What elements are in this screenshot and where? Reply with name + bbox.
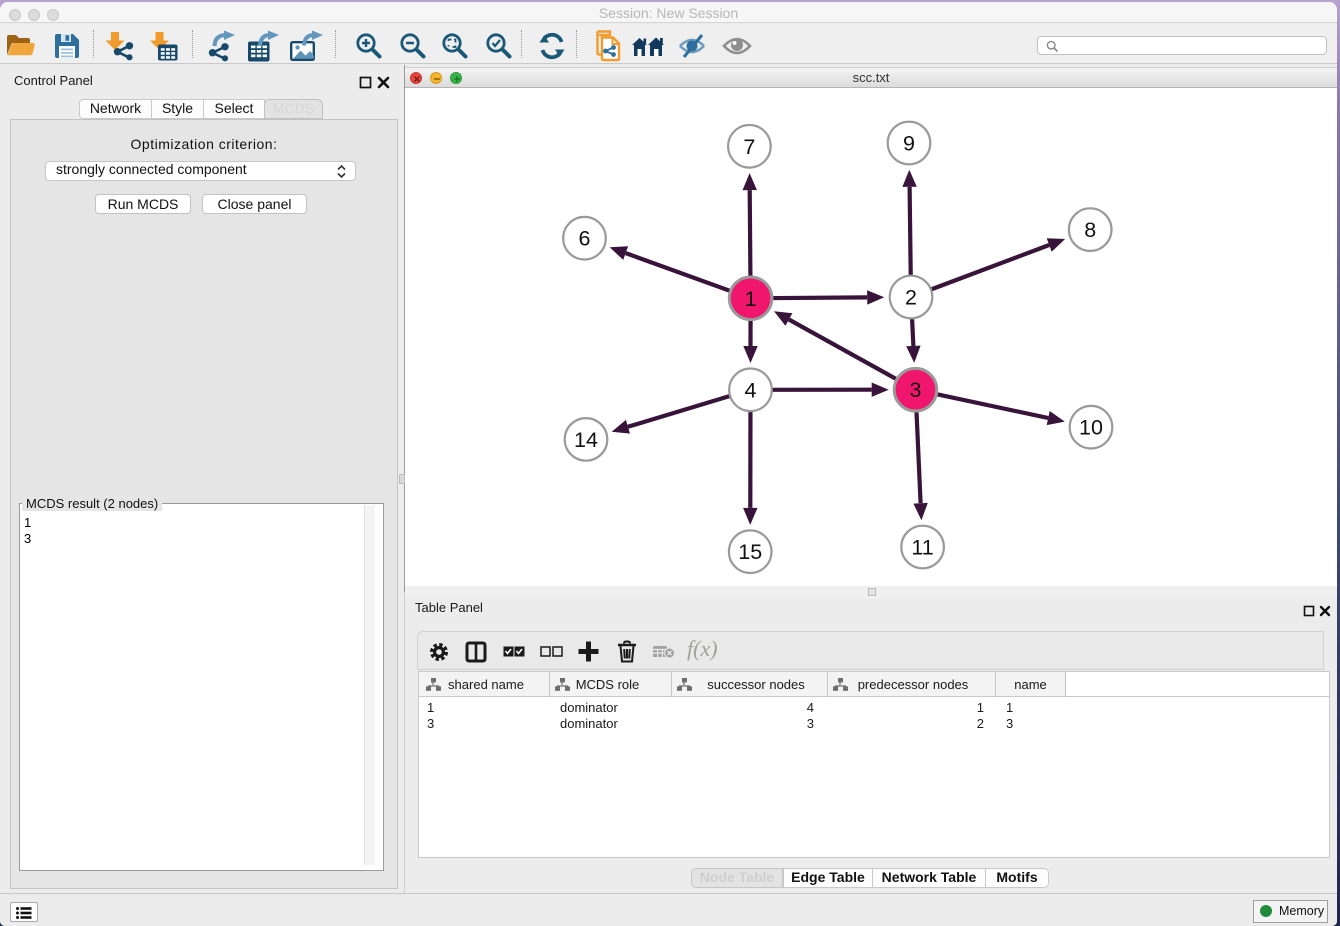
svg-text:11: 11 [911, 536, 933, 560]
svg-text:7: 7 [743, 135, 755, 159]
svg-text:3: 3 [910, 378, 922, 402]
svg-text:8: 8 [1084, 218, 1096, 242]
svg-text:2: 2 [905, 286, 917, 310]
svg-text:1: 1 [745, 287, 757, 311]
svg-text:15: 15 [738, 540, 762, 564]
svg-text:6: 6 [579, 227, 591, 251]
svg-text:9: 9 [903, 132, 915, 156]
svg-text:14: 14 [574, 428, 598, 452]
svg-text:10: 10 [1079, 416, 1103, 440]
svg-text:4: 4 [745, 378, 757, 402]
